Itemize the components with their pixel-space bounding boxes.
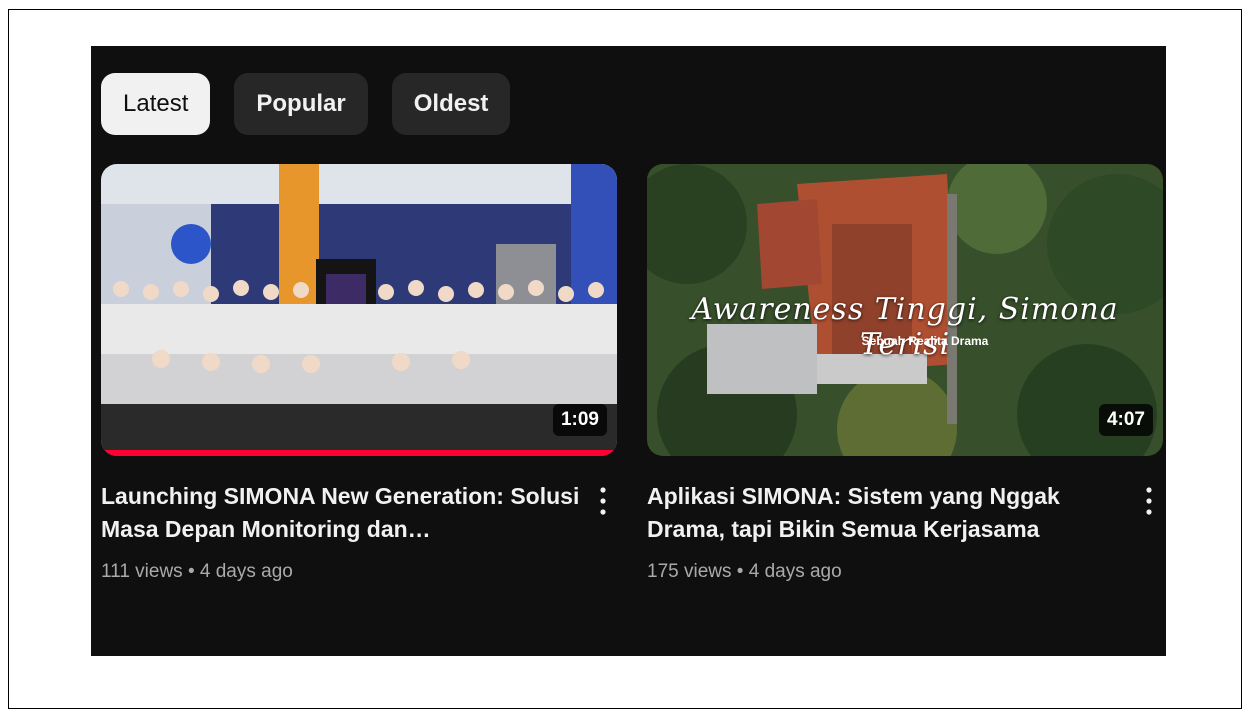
duration-badge: 1:09 bbox=[552, 404, 607, 436]
video-stats: 175 views • 4 days ago bbox=[647, 561, 1163, 583]
view-count: 175 views bbox=[647, 561, 732, 582]
thumbnail-overlay-title: Awareness Tinggi, Simona Terisi bbox=[691, 292, 1119, 362]
video-meta: Aplikasi SIMONA: Sistem yang Nggak Drama… bbox=[647, 480, 1163, 546]
video-stats: 111 views • 4 days ago bbox=[101, 561, 617, 583]
duration-badge: 4:07 bbox=[1098, 404, 1153, 436]
upload-age: 4 days ago bbox=[199, 561, 293, 582]
meta-separator: • bbox=[736, 561, 744, 582]
meta-separator: • bbox=[187, 561, 195, 582]
thumbnail-image-group-photo bbox=[101, 164, 617, 456]
upload-age: 4 days ago bbox=[748, 561, 842, 582]
more-options-button[interactable] bbox=[589, 480, 617, 546]
video-thumbnail[interactable]: Awareness Tinggi, Simona Terisi Sebuah R… bbox=[647, 164, 1163, 456]
thumbnail-overlay-subtitle: Sebuah Realita Drama bbox=[861, 334, 989, 348]
view-count: 111 views bbox=[101, 561, 183, 582]
more-options-button[interactable] bbox=[1135, 480, 1163, 546]
chip-latest[interactable]: Latest bbox=[101, 73, 211, 135]
watch-progress-bar bbox=[101, 450, 617, 456]
video-meta: Launching SIMONA New Generation: Solusi … bbox=[101, 480, 617, 546]
chip-popular[interactable]: Popular bbox=[234, 73, 368, 135]
sort-chips: Latest Popular Oldest bbox=[101, 73, 511, 135]
more-vert-icon bbox=[1146, 487, 1152, 515]
chip-oldest[interactable]: Oldest bbox=[391, 73, 511, 135]
video-title[interactable]: Aplikasi SIMONA: Sistem yang Nggak Drama… bbox=[647, 480, 1135, 546]
video-card[interactable]: 1:09 Launching SIMONA New Generation: So… bbox=[101, 164, 617, 583]
video-thumbnail[interactable]: 1:09 bbox=[101, 164, 617, 456]
more-vert-icon bbox=[600, 487, 606, 515]
videos-panel: Latest Popular Oldest 1:09 Launching SIM… bbox=[91, 46, 1166, 656]
video-card[interactable]: Awareness Tinggi, Simona Terisi Sebuah R… bbox=[647, 164, 1163, 583]
video-title[interactable]: Launching SIMONA New Generation: Solusi … bbox=[101, 480, 589, 546]
